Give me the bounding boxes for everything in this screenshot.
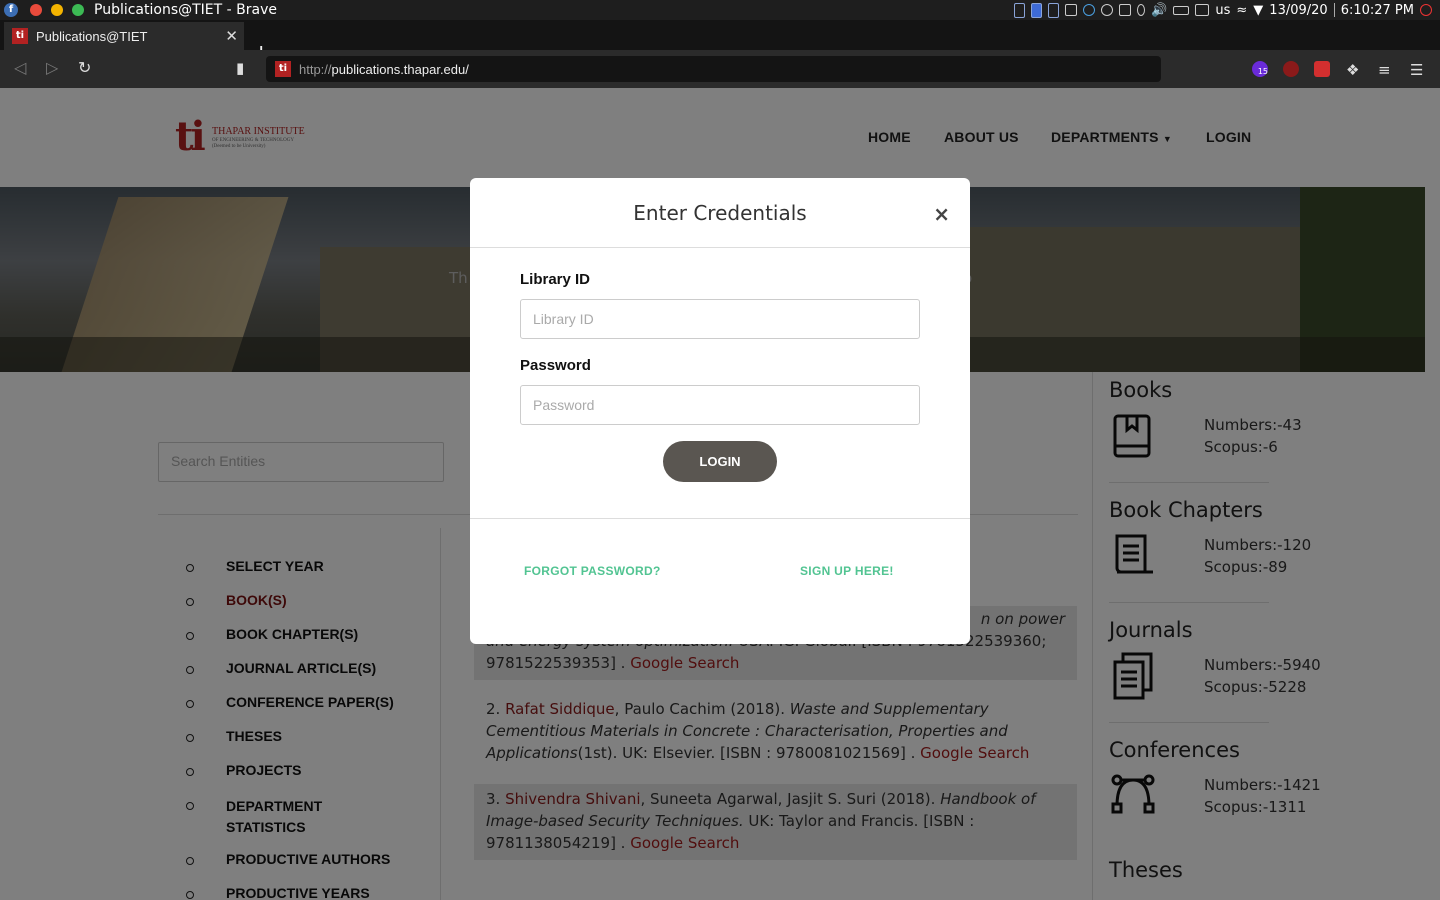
sign-up-link[interactable]: SIGN UP HERE! [800, 564, 894, 578]
password-label: Password [520, 357, 591, 374]
address-bar[interactable]: ti http://publications.thapar.edu/ [266, 56, 1161, 82]
tab-title: Publications@TIET [36, 28, 148, 44]
browser-tab[interactable]: ti Publications@TIET ✕ [4, 22, 244, 50]
url-text[interactable]: http://publications.thapar.edu/ [299, 62, 469, 77]
window-title: Publications@TIET - Brave [94, 2, 277, 18]
battery-icon[interactable] [1173, 5, 1190, 15]
site-favicon-icon: ti [275, 61, 291, 77]
extensions-puzzle-icon[interactable]: ❖ [1346, 61, 1362, 79]
tray-separator [1333, 3, 1335, 17]
close-window-icon[interactable] [30, 4, 42, 16]
date-label[interactable]: 13/09/20 [1269, 3, 1327, 18]
extension-badge-icon[interactable]: 15 [1252, 61, 1268, 77]
menu-icon[interactable]: ☰ [1410, 61, 1426, 79]
system-tray: 🔊 us ≈ ▼ 13/09/20 6:10:27 PM [1014, 0, 1440, 20]
back-icon[interactable]: ◁ [14, 58, 26, 77]
fedora-icon[interactable]: f [4, 3, 18, 17]
url-host: publications.thapar.edu/ [331, 61, 469, 77]
workspace-1-icon[interactable] [1014, 2, 1026, 18]
tab-close-icon[interactable]: ✕ [225, 27, 238, 45]
extension-badge-count: 15 [1257, 67, 1268, 76]
minimize-window-icon[interactable] [51, 4, 63, 16]
wifi-icon[interactable]: ≈ [1236, 3, 1247, 18]
modal-close-icon[interactable]: × [933, 202, 950, 226]
lastpass-icon[interactable] [1314, 61, 1330, 77]
ublock-icon[interactable] [1283, 61, 1299, 77]
workspace-3-icon[interactable] [1048, 2, 1060, 18]
url-scheme: http:// [299, 61, 332, 77]
tab-favicon-icon: ti [12, 28, 28, 44]
keyboard-layout[interactable]: us [1215, 3, 1230, 18]
tab-strip: ti Publications@TIET ✕ + [0, 20, 1440, 66]
login-button[interactable]: LOGIN [663, 441, 777, 482]
reload-icon[interactable]: ↻ [78, 58, 91, 77]
settings-gear-icon[interactable] [1083, 4, 1096, 16]
reading-list-icon[interactable]: ≡ [1378, 61, 1394, 79]
tray-app-icon[interactable] [1065, 4, 1078, 16]
power-icon[interactable] [1420, 4, 1432, 16]
forward-icon[interactable]: ▷ [46, 58, 58, 77]
volume-icon[interactable]: 🔊 [1151, 3, 1167, 18]
library-id-input[interactable] [520, 299, 920, 339]
forgot-password-link[interactable]: FORGOT PASSWORD? [524, 564, 661, 578]
workspace-2-icon[interactable] [1031, 2, 1043, 18]
credentials-modal: Enter Credentials × Library ID Password … [470, 178, 970, 644]
modal-title: Enter Credentials [633, 201, 807, 225]
modal-footer-divider [470, 518, 970, 519]
location-icon[interactable] [1137, 4, 1146, 16]
password-input[interactable] [520, 385, 920, 425]
browser-toolbar: ◁ ▷ ↻ ▮ ti http://publications.thapar.ed… [0, 50, 1440, 88]
library-id-label: Library ID [520, 271, 591, 288]
bookmark-icon[interactable]: ▮ [236, 59, 244, 77]
clipboard-icon[interactable] [1119, 4, 1132, 16]
display-icon[interactable] [1195, 4, 1210, 16]
time-label[interactable]: 6:10:27 PM [1341, 3, 1414, 18]
dropdown-caret-icon[interactable]: ▼ [1253, 3, 1263, 18]
os-top-bar: f Publications@TIET - Brave 🔊 us ≈ ▼ 13/… [0, 0, 1440, 20]
media-play-icon[interactable] [1101, 4, 1114, 16]
maximize-window-icon[interactable] [72, 4, 84, 16]
